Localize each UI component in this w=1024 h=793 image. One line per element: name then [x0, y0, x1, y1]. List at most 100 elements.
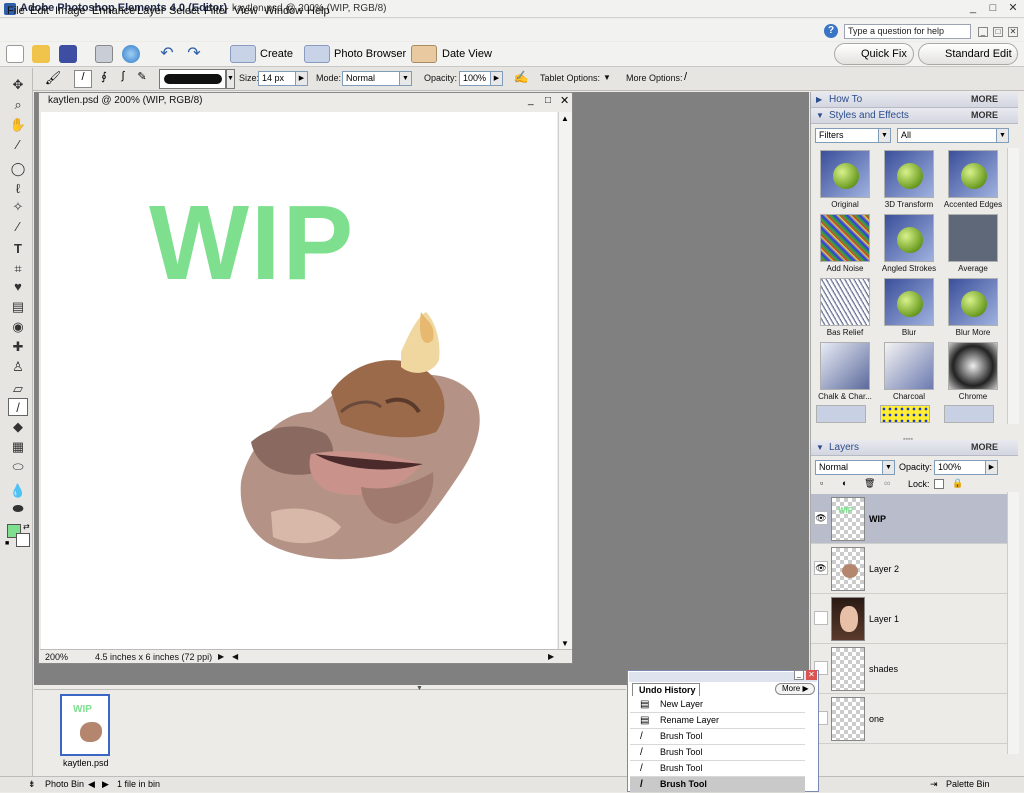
effects-category-select[interactable]: Filters ▼	[815, 128, 891, 143]
doc-window-close-button[interactable]: ✕	[560, 94, 569, 107]
styles-effects-collapse-icon[interactable]: ▼	[816, 108, 824, 123]
standard-edit-button[interactable]: Standard Edit	[918, 43, 1018, 65]
menu-image[interactable]: Image	[55, 5, 86, 17]
zoom-level[interactable]: 200%	[45, 652, 68, 662]
impressionist-brush-icon[interactable]: ∮	[95, 70, 113, 88]
photo-bin-toggle-icon[interactable]: ⇟	[28, 779, 36, 790]
help-search-input[interactable]: Type a question for help	[844, 24, 971, 39]
layer-row[interactable]: 👁 Layer 2	[811, 544, 1018, 594]
menu-layer[interactable]: Layer	[137, 5, 165, 17]
effect-thumbnail[interactable]: Average	[942, 212, 1004, 274]
brush-preset-icon[interactable]: 🖌	[44, 70, 62, 88]
scroll-right-arrow-icon[interactable]: ▶	[548, 652, 554, 661]
lasso-tool-icon[interactable]: ℓ	[8, 180, 28, 198]
doc-window-maximize-button[interactable]: □	[545, 95, 551, 106]
undo-history-tab[interactable]: Undo History	[632, 683, 700, 696]
photo-bin-thumbnail[interactable]: WIP	[60, 694, 110, 756]
cookie-cutter-tool-icon[interactable]: ♥	[8, 278, 28, 296]
palette-bin-label[interactable]: Palette Bin	[946, 779, 990, 789]
trash-icon[interactable]: 🗑	[864, 478, 875, 489]
canvas-vertical-scrollbar[interactable]	[558, 112, 572, 649]
layer-row[interactable]: shades	[811, 644, 1018, 694]
history-item[interactable]: / Brush Tool	[630, 761, 805, 777]
healing-brush-tool-icon[interactable]: ✚	[8, 338, 28, 356]
menu-file[interactable]: File	[7, 5, 25, 17]
layers-more-button[interactable]: MORE	[971, 440, 998, 455]
bin-prev-icon[interactable]: ◀	[88, 779, 95, 790]
photo-browser-button[interactable]: Photo Browser	[334, 48, 406, 60]
effects-scrollbar[interactable]	[1007, 148, 1019, 424]
blur-tool-icon[interactable]: 💧	[8, 482, 28, 500]
menu-view[interactable]: View	[234, 5, 258, 17]
bin-collapse-arrow-icon[interactable]: ▼	[416, 685, 423, 692]
airbrush-icon[interactable]: ✍	[512, 70, 530, 88]
gradient-tool-icon[interactable]: ▦	[8, 438, 28, 456]
menu-select[interactable]: Select	[169, 5, 200, 17]
new-icon[interactable]	[6, 45, 24, 63]
layers-collapse-icon[interactable]: ▼	[816, 440, 824, 455]
styles-effects-more-button[interactable]: MORE	[971, 108, 998, 123]
quick-fix-button[interactable]: Quick Fix	[834, 43, 914, 65]
effects-filter-select[interactable]: All ▼	[897, 128, 1009, 143]
effect-thumbnail[interactable]: Blur More	[942, 276, 1004, 338]
brush-tool-icon[interactable]: /	[74, 70, 92, 88]
menu-help[interactable]: Help	[307, 5, 330, 17]
menu-edit[interactable]: Edit	[30, 5, 49, 17]
scroll-down-arrow-icon[interactable]: ▼	[561, 639, 569, 648]
lock-transparency-checkbox[interactable]	[934, 479, 944, 489]
date-view-icon[interactable]	[411, 45, 437, 63]
more-options-brush-icon[interactable]: /	[684, 71, 687, 83]
brush-dropdown-arrow[interactable]: ▼	[226, 69, 235, 89]
maximize-button[interactable]: □	[986, 2, 1000, 15]
sponge-tool-icon[interactable]: ⬬	[8, 500, 28, 518]
menu-filter[interactable]: Filter	[204, 5, 228, 17]
mode-select[interactable]: Normal ▼	[342, 71, 412, 86]
effect-thumbnail[interactable]: Bas Relief	[814, 276, 876, 338]
straighten-tool-icon[interactable]: ▤	[8, 298, 28, 316]
layers-scrollbar[interactable]	[1007, 492, 1019, 754]
bin-next-icon[interactable]: ▶	[102, 779, 109, 790]
effect-thumbnail[interactable]: Original	[814, 148, 876, 210]
layers-header[interactable]: ▼ Layers MORE	[811, 440, 1018, 456]
history-item[interactable]: ▤ New Layer	[630, 697, 805, 713]
layer-row[interactable]: 👁 WIP WIP	[811, 494, 1018, 544]
marquee-tool-icon[interactable]: ◯	[8, 160, 28, 178]
effect-thumbnail[interactable]: Blur	[878, 276, 940, 338]
date-view-button[interactable]: Date View	[442, 48, 492, 60]
tablet-options-button[interactable]: Tablet Options:	[540, 73, 600, 83]
history-item[interactable]: / Brush Tool	[630, 777, 805, 793]
visibility-eye-icon[interactable]: 👁	[814, 561, 828, 575]
save-icon[interactable]	[59, 45, 77, 63]
undo-minimize-button[interactable]: _	[794, 670, 804, 680]
effect-thumbnail-partial[interactable]	[816, 405, 866, 423]
styles-effects-header[interactable]: ▼ Styles and Effects MORE	[811, 108, 1018, 124]
undo-icon[interactable]: ↶	[158, 45, 176, 63]
opacity-arrow-icon[interactable]: ▶	[490, 72, 502, 85]
eyedropper-tool-icon[interactable]: ⁄	[8, 136, 28, 154]
effect-thumbnail-partial[interactable]	[880, 405, 930, 423]
tablet-options-arrow-icon[interactable]: ▼	[603, 73, 611, 82]
layer-row[interactable]: one	[811, 694, 1018, 744]
how-to-header[interactable]: ▶ How To MORE	[811, 92, 1018, 108]
layer-blend-mode-select[interactable]: Normal ▼	[815, 460, 895, 475]
undo-close-button[interactable]: ✕	[806, 670, 817, 680]
move-tool-icon[interactable]: ✥	[8, 76, 28, 94]
how-to-expand-icon[interactable]: ▶	[816, 92, 822, 107]
color-replacement-icon[interactable]: ∫	[114, 70, 132, 88]
effect-thumbnail[interactable]: Chalk & Char...	[814, 340, 876, 402]
pencil-icon[interactable]: ✎	[133, 70, 151, 88]
link-icon[interactable]: ∞	[884, 478, 890, 488]
effect-thumbnail-partial[interactable]	[944, 405, 994, 423]
magic-wand-tool-icon[interactable]: ✧	[8, 198, 28, 216]
mode-arrow-icon[interactable]: ▼	[399, 72, 411, 85]
effect-thumbnail[interactable]: Angled Strokes	[878, 212, 940, 274]
visibility-eye-icon[interactable]: 👁	[814, 511, 828, 525]
how-to-more-button[interactable]: MORE	[971, 92, 998, 107]
effect-thumbnail[interactable]: Chrome	[942, 340, 1004, 402]
layer-opacity-field[interactable]: 100% ▶	[934, 460, 998, 475]
selection-brush-tool-icon[interactable]: ∕	[8, 218, 28, 236]
shape-tool-icon[interactable]: ⬭	[8, 458, 28, 476]
type-tool-icon[interactable]: T	[8, 240, 28, 258]
red-eye-tool-icon[interactable]: ◉	[8, 318, 28, 336]
print-icon[interactable]	[95, 45, 113, 63]
